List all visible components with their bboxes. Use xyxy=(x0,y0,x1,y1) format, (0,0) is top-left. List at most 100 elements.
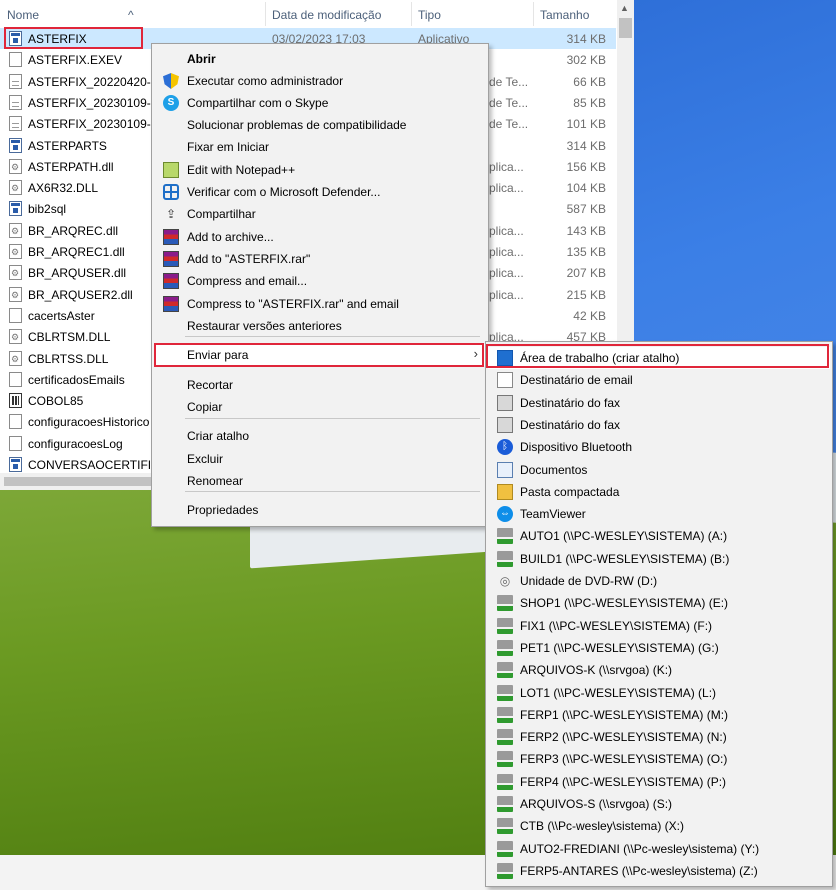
send-to-item[interactable]: Destinatário de email xyxy=(488,369,830,391)
dll-icon xyxy=(9,350,22,366)
network-drive-icon xyxy=(497,662,513,679)
context-menu-label: Add to "ASTERFIX.rar" xyxy=(187,252,311,266)
column-divider[interactable] xyxy=(411,2,412,26)
file-type: plica... xyxy=(489,266,524,281)
context-menu-item[interactable]: Executar como administrador xyxy=(154,70,486,92)
send-to-item[interactable]: FERP5-ANTARES (\\Pc-wesley\sistema) (Z:) xyxy=(488,860,830,882)
send-to-item[interactable]: PET1 (\\PC-WESLEY\SISTEMA) (G:) xyxy=(488,637,830,659)
file-name: ASTERPARTS xyxy=(28,138,107,153)
file-name: BR_ARQUSER.dll xyxy=(28,266,127,281)
menu-separator xyxy=(185,418,480,419)
send-to-item[interactable]: AUTO1 (\\PC-WESLEY\SISTEMA) (A:) xyxy=(488,525,830,547)
send-to-label: Destinatário de email xyxy=(520,373,633,388)
context-menu-item[interactable]: Abrir xyxy=(154,48,486,70)
send-to-item[interactable]: SHOP1 (\\PC-WESLEY\SISTEMA) (E:) xyxy=(488,592,830,614)
context-menu-item[interactable]: Add to "ASTERFIX.rar" xyxy=(154,248,486,270)
file-type: plica... xyxy=(489,223,524,238)
file-type: plica... xyxy=(489,159,524,174)
file-name: ASTERFIX.EXEV xyxy=(28,53,123,68)
scrollbar-thumb[interactable] xyxy=(619,18,632,38)
context-menu-label: Solucionar problemas de compatibilidade xyxy=(187,118,407,132)
network-drive-icon xyxy=(497,639,513,656)
send-to-item[interactable]: ARQUIVOS-K (\\srvgoa) (K:) xyxy=(488,659,830,681)
send-to-item[interactable]: Destinatário do fax xyxy=(488,392,830,414)
network-drive-icon xyxy=(497,706,513,723)
send-to-item[interactable]: BUILD1 (\\PC-WESLEY\SISTEMA) (B:) xyxy=(488,548,830,570)
context-menu-item[interactable]: Propriedades xyxy=(154,499,486,521)
menu-separator xyxy=(185,336,480,337)
send-to-item[interactable]: ⇔ TeamViewer xyxy=(488,503,830,525)
send-to-label: ARQUIVOS-K (\\srvgoa) (K:) xyxy=(520,663,673,678)
context-menu-item[interactable]: Copiar xyxy=(154,396,486,418)
send-to-label: FERP2 (\\PC-WESLEY\SISTEMA) (N:) xyxy=(520,730,727,745)
text-file-icon xyxy=(9,116,22,132)
scroll-up-icon[interactable]: ▲ xyxy=(620,3,629,13)
file-type: de Te... xyxy=(489,117,529,132)
context-menu-label: Recortar xyxy=(187,378,234,392)
context-menu-item[interactable]: Criar atalho xyxy=(154,425,486,447)
context-menu-item[interactable]: Compress to "ASTERFIX.rar" and email xyxy=(154,293,486,315)
send-to-label: Documentos xyxy=(520,462,588,477)
send-to-item[interactable]: AUTO2-FREDIANI (\\Pc-wesley\sistema) (Y:… xyxy=(488,838,830,860)
column-header-type[interactable]: Tipo xyxy=(418,8,441,22)
context-menu-item[interactable]: Fixar em Iniciar xyxy=(154,136,486,158)
send-to-item[interactable]: FERP3 (\\PC-WESLEY\SISTEMA) (O:) xyxy=(488,748,830,770)
send-to-label: BUILD1 (\\PC-WESLEY\SISTEMA) (B:) xyxy=(520,551,730,566)
context-menu-item[interactable]: Renomear xyxy=(154,470,486,492)
network-drive-icon xyxy=(497,550,513,567)
context-menu-item[interactable]: Compress and email... xyxy=(154,270,486,292)
send-to-label: CTB (\\Pc-wesley\sistema) (X:) xyxy=(520,819,685,834)
network-drive-icon xyxy=(497,773,513,790)
file-type: plica... xyxy=(489,287,524,302)
send-to-item[interactable]: ARQUIVOS-S (\\srvgoa) (S:) xyxy=(488,793,830,815)
dll-icon xyxy=(9,265,22,281)
send-to-item[interactable]: CTB (\\Pc-wesley\sistema) (X:) xyxy=(488,815,830,837)
skype-icon: S xyxy=(163,95,179,111)
context-menu-item[interactable]: Edit with Notepad++ xyxy=(154,159,486,181)
column-header-name[interactable]: Nome xyxy=(7,8,39,22)
file-size: 207 KB xyxy=(566,266,606,281)
context-menu-item[interactable]: Recortar xyxy=(154,374,486,396)
file-size: 42 KB xyxy=(573,308,606,323)
send-to-label: FERP3 (\\PC-WESLEY\SISTEMA) (O:) xyxy=(520,752,728,767)
text-file-icon xyxy=(9,94,22,110)
column-header-date[interactable]: Data de modificação xyxy=(272,8,381,22)
context-menu-item[interactable]: S Compartilhar com o Skype xyxy=(154,92,486,114)
context-menu-item[interactable]: Restaurar versões anteriores xyxy=(154,315,486,337)
context-menu-item[interactable]: Solucionar problemas de compatibilidade xyxy=(154,114,486,136)
scrollbar-thumb[interactable] xyxy=(4,477,154,486)
context-menu-label: Add to archive... xyxy=(187,230,274,244)
context-menu-label: Compress and email... xyxy=(187,274,308,288)
context-menu-label: Compartilhar xyxy=(187,207,256,221)
send-to-item[interactable]: FERP2 (\\PC-WESLEY\SISTEMA) (N:) xyxy=(488,726,830,748)
context-menu-item[interactable]: Add to archive... xyxy=(154,226,486,248)
send-to-item[interactable]: Pasta compactada xyxy=(488,481,830,503)
send-to-item[interactable]: FERP1 (\\PC-WESLEY\SISTEMA) (M:) xyxy=(488,704,830,726)
send-to-item[interactable]: Documentos xyxy=(488,459,830,481)
send-to-label: FIX1 (\\PC-WESLEY\SISTEMA) (F:) xyxy=(520,618,713,633)
send-to-item[interactable]: FIX1 (\\PC-WESLEY\SISTEMA) (F:) xyxy=(488,615,830,637)
context-menu-item[interactable]: Verificar com o Microsoft Defender... xyxy=(154,181,486,203)
send-to-item[interactable]: ◎ Unidade de DVD-RW (D:) xyxy=(488,570,830,592)
send-to-item[interactable]: FERP4 (\\PC-WESLEY\SISTEMA) (P:) xyxy=(488,771,830,793)
send-to-item[interactable]: Destinatário do fax xyxy=(488,414,830,436)
file-name: ASTERFIX_20230109-15 xyxy=(28,117,165,132)
network-drive-icon xyxy=(497,818,513,835)
context-menu-item[interactable]: ⇪ Compartilhar xyxy=(154,203,486,225)
sort-ascending-icon: ^ xyxy=(128,8,134,22)
cobol-icon xyxy=(9,393,22,409)
column-divider[interactable] xyxy=(533,2,534,26)
context-menu-item[interactable]: Excluir xyxy=(154,448,486,470)
send-to-label: AUTO2-FREDIANI (\\Pc-wesley\sistema) (Y:… xyxy=(520,841,760,856)
context-menu: Abrir Executar como administrador S Compart… xyxy=(151,43,489,527)
column-divider[interactable] xyxy=(265,2,266,26)
file-size: 85 KB xyxy=(573,95,606,110)
highlight-box-asterfix xyxy=(4,27,143,49)
file-size: 66 KB xyxy=(573,74,606,89)
file-size: 143 KB xyxy=(566,223,606,238)
winrar-icon xyxy=(163,229,179,245)
send-to-item[interactable]: LOT1 (\\PC-WESLEY\SISTEMA) (L:) xyxy=(488,682,830,704)
file-size: 156 KB xyxy=(566,159,606,174)
column-header-size[interactable]: Tamanho xyxy=(540,8,589,22)
send-to-item[interactable]: ᛒ Dispositivo Bluetooth xyxy=(488,436,830,458)
